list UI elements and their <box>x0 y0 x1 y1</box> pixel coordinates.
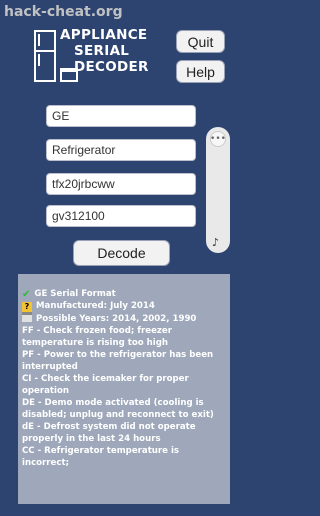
format-line: ✔ GE Serial Format <box>22 288 224 300</box>
code-line: PF - Power to the refrigerator has been … <box>22 350 214 372</box>
code-line: DE - Demo mode activated (cooling is dis… <box>22 398 214 420</box>
logo-line-2: SERIAL <box>74 43 130 59</box>
slider-knob[interactable]: ••• <box>210 131 226 147</box>
watermark-text: hack-cheat.org <box>4 4 123 20</box>
serial-input[interactable]: gv312100 <box>46 205 196 227</box>
calendar-icon <box>22 312 32 322</box>
help-button[interactable]: Help <box>176 60 225 83</box>
logo-line-3: DECODER <box>74 59 149 75</box>
check-icon: ✔ <box>22 289 31 300</box>
appliance-input[interactable]: Refrigerator <box>46 139 196 161</box>
vertical-slider[interactable]: ••• ♪ <box>206 127 230 253</box>
manufactured-line: ? Manufactured: July 2014 <box>22 300 224 312</box>
music-note-icon: ♪ <box>212 236 220 249</box>
years-text: Possible Years: 2014, 2002, 1990 <box>36 314 197 324</box>
logo-line-1: APPLIANCE <box>60 27 148 43</box>
brand-input[interactable]: GE <box>46 105 196 127</box>
manufactured-text: Manufactured: July 2014 <box>36 301 155 311</box>
years-line: Possible Years: 2014, 2002, 1990 <box>22 312 224 325</box>
results-panel: ✔ GE Serial Format ? Manufactured: July 20… <box>18 274 230 504</box>
code-line: FF - Check frozen food; freezer temperat… <box>22 326 172 348</box>
decode-button[interactable]: Decode <box>73 240 170 266</box>
format-text: GE Serial Format <box>34 289 116 299</box>
question-icon: ? <box>22 302 32 312</box>
quit-button[interactable]: Quit <box>176 30 225 53</box>
code-line: CC - Refrigerator temperature is incorre… <box>22 446 180 468</box>
code-line: dE - Defrost system did not operate prop… <box>22 422 196 444</box>
code-line: CI - Check the icemaker for proper opera… <box>22 374 189 396</box>
model-input[interactable]: tfx20jrbcww <box>46 173 196 195</box>
app-logo: APPLIANCE SERIAL DECODER <box>60 27 160 75</box>
